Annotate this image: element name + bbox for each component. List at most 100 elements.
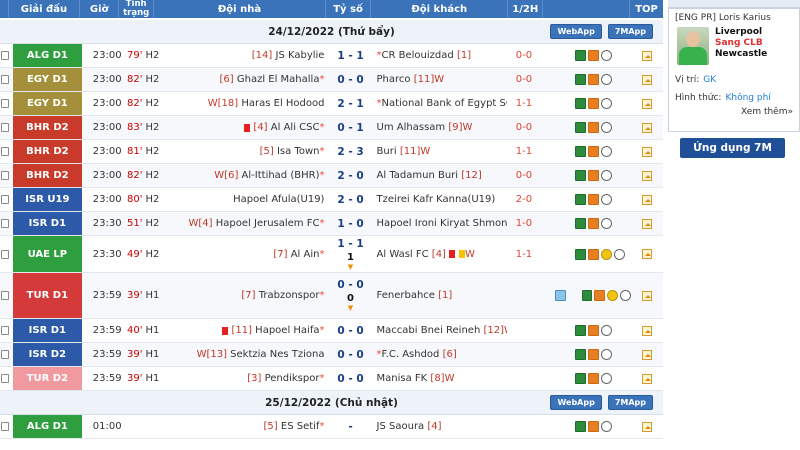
row-checkbox[interactable] (1, 219, 9, 228)
ball-icon[interactable] (600, 50, 612, 61)
away-team[interactable]: JS Saoura [4] (373, 415, 507, 438)
away-team[interactable]: Fenerbahce [1] (373, 273, 507, 318)
odds-icon[interactable] (587, 248, 599, 260)
match-score[interactable]: 0 - 0 (328, 343, 372, 366)
ball-icon[interactable] (620, 290, 631, 301)
pin-top-icon[interactable] (641, 373, 652, 384)
row-checkbox[interactable] (1, 51, 9, 60)
league-badge[interactable]: BHR D2 (12, 164, 83, 187)
pin-top-icon[interactable] (641, 170, 652, 181)
match-score[interactable]: 0 - 0 0 ▼ (328, 273, 372, 318)
home-team[interactable]: W[6] Al-Ittihad (BHR) * (160, 164, 328, 187)
home-team[interactable]: [11] Hapoel Haifa * (160, 319, 328, 342)
odds-icon[interactable] (587, 194, 599, 205)
row-checkbox[interactable] (1, 374, 9, 383)
ball-icon[interactable] (600, 194, 612, 205)
pin-top-icon[interactable] (641, 349, 652, 360)
league-badge[interactable]: EGY D1 (12, 92, 83, 115)
league-badge[interactable]: ALG D1 (12, 44, 83, 67)
match-score[interactable]: 1 - 0 (328, 212, 372, 235)
pin-top-icon[interactable] (641, 325, 652, 336)
match-score[interactable]: 1 - 1 (328, 44, 372, 67)
ball-icon[interactable] (600, 122, 612, 133)
ball-icon[interactable] (600, 98, 612, 109)
table-row[interactable]: UAE LP 23:30 49' H2 [7] Al Ain * 1 - 1 1 ▼ A… (0, 236, 663, 273)
away-team[interactable]: * F.C. Ashdod [6] (373, 343, 507, 366)
pin-top-icon[interactable] (641, 218, 652, 229)
row-checkbox[interactable] (1, 99, 9, 108)
match-score[interactable]: 0 - 0 (328, 319, 372, 342)
home-team[interactable]: [7] Trabzonspor * (160, 273, 328, 318)
league-badge[interactable]: BHR D2 (12, 116, 83, 139)
odds-icon[interactable] (587, 349, 599, 360)
table-row[interactable]: BHR D2 23:00 82' H2 W[6] Al-Ittihad (BHR)… (0, 164, 663, 188)
league-badge[interactable]: TUR D2 (12, 367, 83, 390)
match-score[interactable]: 0 - 0 (328, 367, 372, 390)
expand-arrow-icon[interactable]: ▼ (348, 263, 353, 271)
away-team[interactable]: Hapoel Ironi Kiryat Shmona [14] (373, 212, 507, 235)
league-badge[interactable]: EGY D1 (12, 68, 83, 91)
odds-icon[interactable] (594, 290, 606, 301)
pin-top-icon[interactable] (641, 122, 652, 133)
match-score[interactable]: 1 - 1 1 ▼ (328, 236, 372, 272)
home-team[interactable]: W[4] Hapoel Jerusalem FC * (160, 212, 328, 235)
odds-icon[interactable] (587, 373, 599, 384)
ball-icon[interactable] (600, 349, 612, 360)
pin-top-icon[interactable] (641, 146, 652, 157)
home-team[interactable]: Hapoel Afula(U19) (160, 188, 328, 211)
pin-top-icon[interactable] (641, 98, 652, 109)
away-team[interactable]: Pharco [11]W (373, 68, 507, 91)
pin-top-icon[interactable] (641, 290, 652, 301)
ball-icon[interactable] (600, 146, 612, 157)
table-row[interactable]: EGY D1 23:00 82' H2 [6] Ghazl El Mahalla *… (0, 68, 663, 92)
away-team[interactable]: Tzeirei Kafr Kanna(U19) (373, 188, 507, 211)
match-score[interactable]: 2 - 3 (328, 140, 372, 163)
tv-icon[interactable] (554, 290, 566, 301)
data-icon[interactable] (574, 325, 586, 336)
league-badge[interactable]: ALG D1 (12, 415, 83, 438)
table-row[interactable]: EGY D1 23:00 82' H2 W[18] Haras El Hodood… (0, 92, 663, 116)
home-team[interactable]: [3] Pendikspor * (160, 367, 328, 390)
table-row[interactable]: BHR D2 23:00 81' H2 [5] Isa Town * 2 - 3 B… (0, 140, 663, 164)
row-checkbox[interactable] (1, 147, 9, 156)
row-checkbox[interactable] (1, 326, 9, 335)
table-row[interactable]: ALG D1 01:00 [5] ES Setif * - JS Saoura [… (0, 415, 663, 439)
league-badge[interactable]: TUR D1 (12, 273, 83, 318)
expand-arrow-icon[interactable]: ▼ (348, 304, 353, 312)
home-team[interactable]: [4] Al Ali CSC * (160, 116, 328, 139)
away-team[interactable]: Um Alhassam [9]W (373, 116, 507, 139)
ball-icon[interactable] (600, 170, 612, 181)
table-row[interactable]: ISR U19 23:00 80' H2 Hapoel Afula(U19) 2 … (0, 188, 663, 212)
league-badge[interactable]: ISR D1 (12, 319, 83, 342)
odds-icon[interactable] (587, 146, 599, 157)
webapp-button[interactable]: WebApp (550, 395, 602, 410)
row-checkbox[interactable] (1, 171, 9, 180)
pin-top-icon[interactable] (641, 421, 652, 432)
7mapp-button[interactable]: 7MApp (607, 395, 653, 410)
data-icon[interactable] (574, 248, 586, 260)
home-team[interactable]: W[18] Haras El Hodood (160, 92, 328, 115)
league-badge[interactable]: BHR D2 (12, 140, 83, 163)
home-team[interactable]: [6] Ghazl El Mahalla * (160, 68, 328, 91)
row-checkbox[interactable] (1, 249, 9, 259)
odds-icon[interactable] (587, 421, 599, 432)
data-icon[interactable] (574, 421, 586, 432)
away-team[interactable]: Manisa FK [8]W (373, 367, 507, 390)
away-team[interactable]: Al Tadamun Buri [12] (373, 164, 507, 187)
odds-icon[interactable] (587, 218, 599, 229)
data-icon[interactable] (574, 218, 586, 229)
data-icon[interactable] (574, 74, 586, 85)
table-row[interactable]: ISR D1 23:59 40' H1 [11] Hapoel Haifa * 0 … (0, 319, 663, 343)
match-score[interactable]: 0 - 1 (328, 116, 372, 139)
table-row[interactable]: ISR D2 23:59 39' H1 W[13] Sektzia Nes Tzi… (0, 343, 663, 367)
ball-icon[interactable] (600, 74, 612, 85)
row-checkbox[interactable] (1, 422, 9, 431)
table-row[interactable]: ALG D1 23:00 79' H2 [14] JS Kabylie 1 - 1… (0, 44, 663, 68)
data-icon[interactable] (574, 373, 586, 384)
table-row[interactable]: TUR D1 23:59 39' H1 [7] Trabzonspor * 0 - … (0, 273, 663, 319)
data-icon[interactable] (574, 349, 586, 360)
ball-icon[interactable] (600, 218, 612, 229)
row-checkbox[interactable] (1, 195, 9, 204)
see-more-link[interactable]: Xem thêm» (741, 107, 793, 117)
odds-icon[interactable] (587, 98, 599, 109)
